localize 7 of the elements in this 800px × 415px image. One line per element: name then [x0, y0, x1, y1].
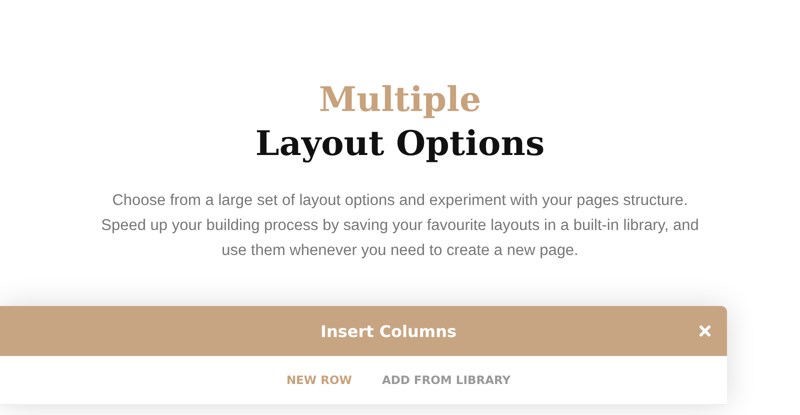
heading-accent: Multiple: [318, 79, 482, 122]
dialog-tab[interactable]: ADD FROM LIBRARY: [382, 373, 511, 387]
description: Choose from a large set of layout options and experiment with your pages structure. Speed up your building process by saving your favourite layouts in a built-in library, and use them whenever you need to create a new page.: [100, 191, 700, 261]
dialog-title: Insert Columns: [320, 322, 457, 340]
dialog-tab[interactable]: NEW ROW: [286, 373, 352, 387]
close-icon[interactable]: [699, 325, 711, 337]
section-title: Layout Options: [255, 123, 545, 166]
